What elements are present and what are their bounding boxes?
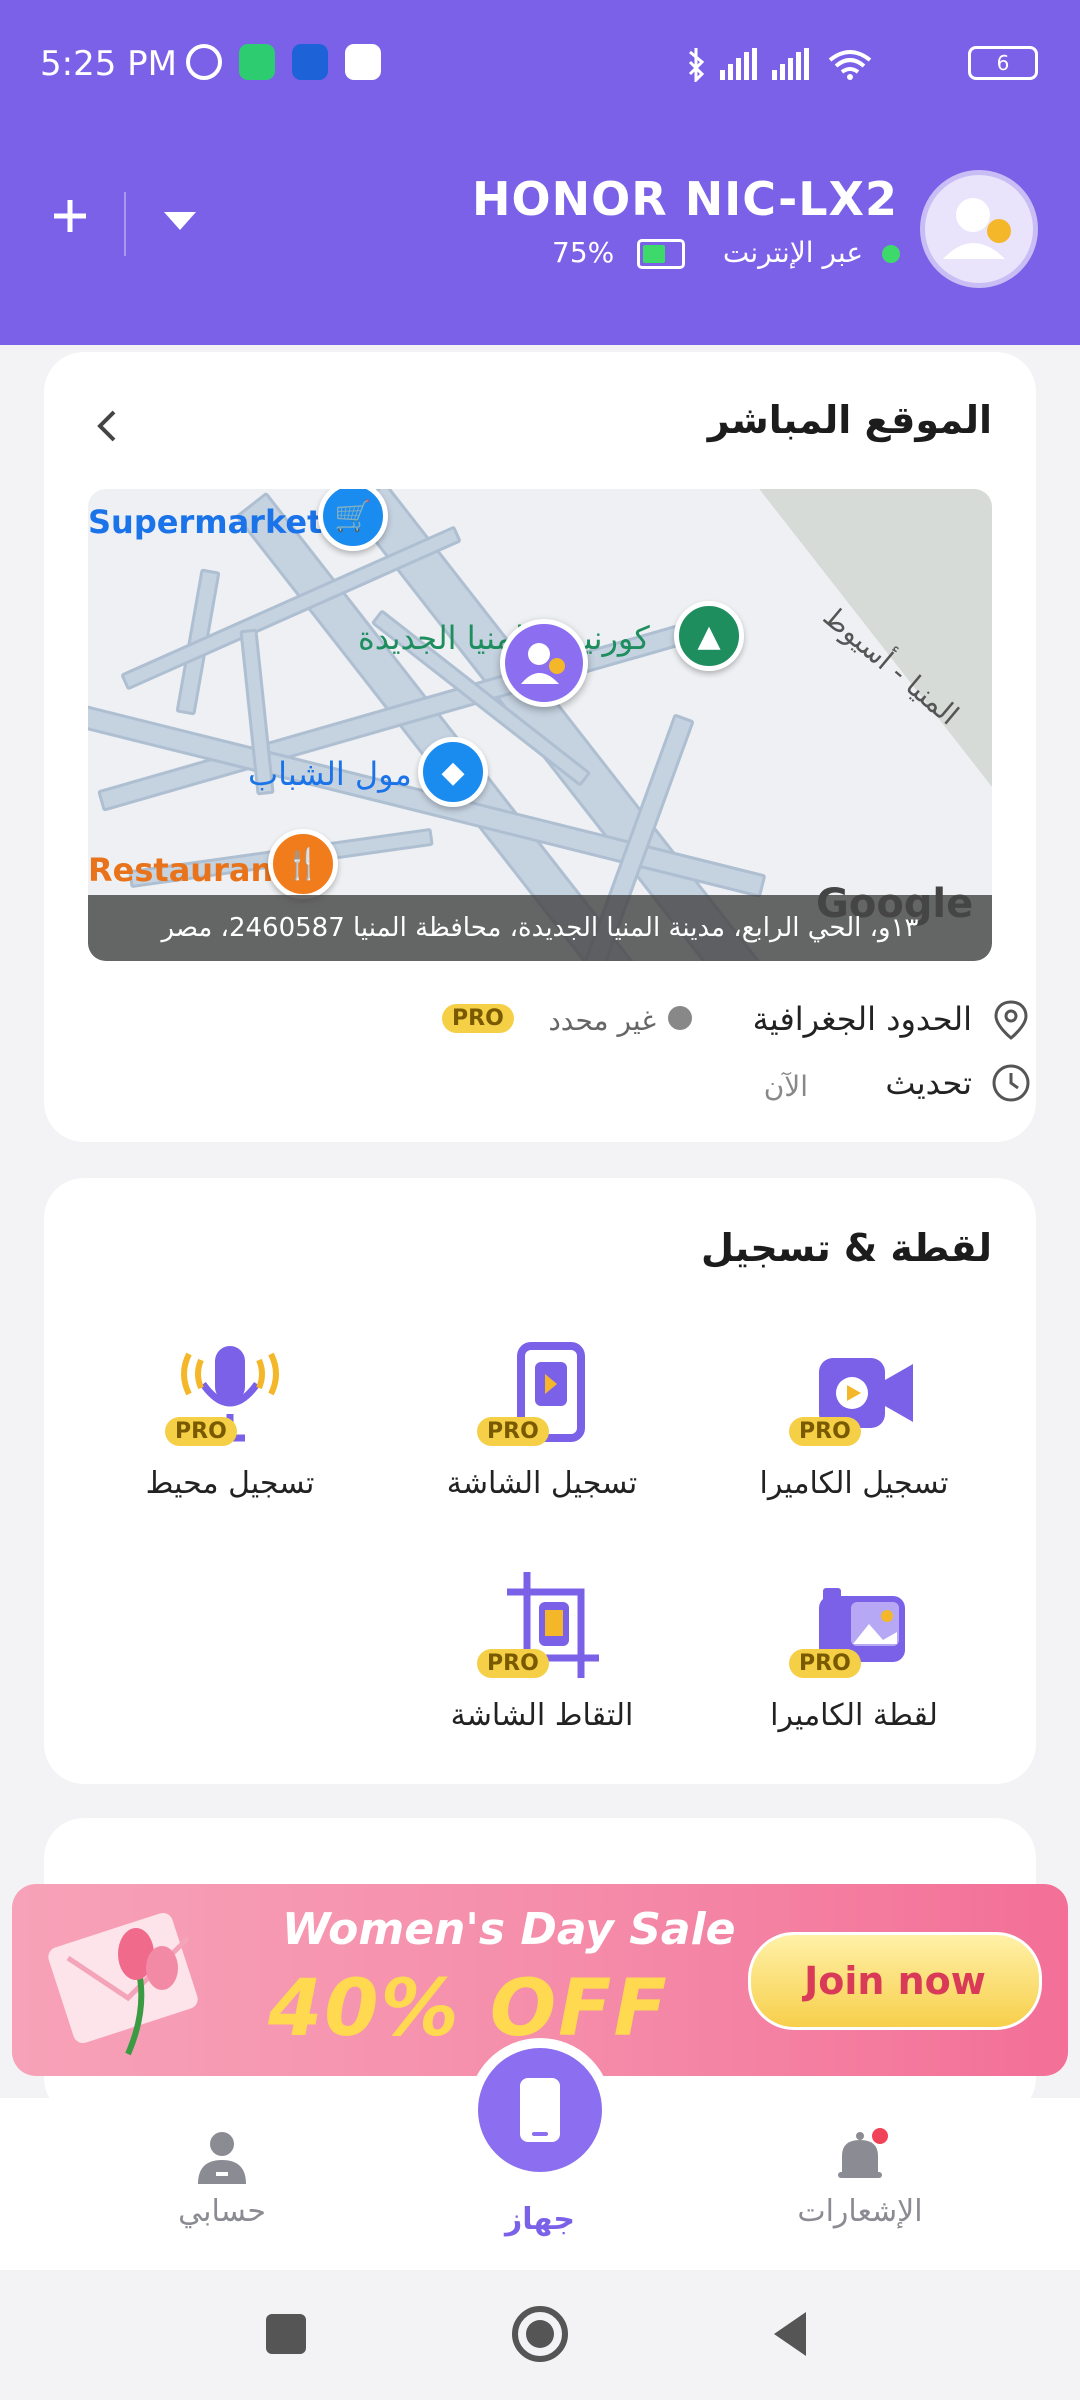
device-name: HONOR NIC-LX2 (472, 172, 898, 226)
screenshot-pro-badge: PRO (477, 1649, 549, 1678)
alarm-icon (186, 44, 222, 80)
device-dropdown-button[interactable] (160, 208, 200, 234)
status-dot-icon (668, 1006, 692, 1030)
geofence-status: غير محدد (548, 1004, 656, 1037)
plus-icon (54, 200, 86, 232)
chevron-left-icon (97, 410, 116, 442)
clock-icon (990, 1062, 1032, 1104)
live-map[interactable]: Supermarket 🛒 كورنيش المنيا الجديدة ▲ ال… (88, 489, 992, 961)
signal-icon-2 (772, 48, 809, 80)
home-button-icon[interactable] (512, 2306, 568, 2362)
whatsapp-icon (239, 44, 276, 80)
back-button-icon[interactable] (770, 2310, 810, 2358)
ambient-recording-item[interactable]: PRO تسجيل محيط (110, 1340, 350, 1501)
park-tree-icon: ▲ (674, 601, 744, 671)
user-icon (198, 2132, 246, 2184)
status-right-icons (680, 46, 900, 84)
status-time: 5:25 PM (40, 44, 177, 84)
join-now-button[interactable]: Join now (748, 1932, 1042, 2030)
camera-recording-item[interactable]: PRO تسجيل الكاميرا (734, 1340, 974, 1501)
online-status-text: عبر الإنترنت (722, 236, 864, 269)
camera-snapshot-label: لقطة الكاميرا (770, 1698, 938, 1733)
update-value: الآن (763, 1070, 808, 1103)
camera-recording-label: تسجيل الكاميرا (759, 1466, 949, 1501)
notifications-tab[interactable]: الإشعارات (790, 2126, 930, 2229)
camera-snapshot-pro-badge: PRO (789, 1649, 861, 1678)
notification-icons (186, 44, 393, 84)
chevron-down-icon (164, 212, 196, 230)
restaurant-icon: 🍴 (268, 829, 338, 899)
screenshot-item[interactable]: PRO التقاط الشاشة (422, 1572, 662, 1733)
device-tab[interactable]: جهاز (490, 2202, 590, 2237)
device-avatar[interactable] (920, 170, 1038, 288)
notifications-tab-label: الإشعارات (797, 2194, 923, 2229)
device-location-marker-icon[interactable] (500, 619, 588, 707)
system-navigation-bar (0, 2270, 1080, 2400)
map-address: ١٣و، الحي الرابع، مدينة المنيا الجديدة، … (88, 895, 992, 961)
phone-icon (520, 2078, 560, 2142)
screen-recording-label: تسجيل الشاشة (446, 1466, 638, 1501)
battery-percent: 75% (552, 236, 615, 269)
map-poi-restaurant: Restaurant (88, 851, 289, 889)
device-tab-button[interactable] (468, 2038, 612, 2182)
screenshot-label: التقاط الشاشة (450, 1698, 634, 1733)
map-poi-supermarket: Supermarket (88, 503, 323, 541)
camera-snapshot-item[interactable]: PRO لقطة الكاميرا (734, 1572, 974, 1733)
phone-app-icon (292, 44, 329, 80)
bell-icon (838, 2128, 888, 2178)
banner-title: Women's Day Sale (282, 1904, 736, 1955)
update-label: تحديث (885, 1064, 972, 1102)
map-poi-mall: مول الشباب (248, 755, 412, 793)
screen-recording-pro-badge: PRO (477, 1417, 549, 1446)
expand-location-button[interactable] (92, 404, 122, 448)
device-battery: 75% (552, 236, 686, 269)
status-battery-level: 6 (996, 51, 1010, 75)
wifi-icon (828, 50, 872, 74)
live-location-title: الموقع المباشر (707, 398, 992, 442)
device-tab-label: جهاز (505, 2202, 575, 2237)
add-device-button[interactable] (50, 196, 90, 236)
status-battery-icon: 6 (968, 46, 1038, 80)
ambient-recording-label: تسجيل محيط (145, 1466, 315, 1501)
capture-title: لقطة & تسجيل (700, 1226, 992, 1270)
recents-button-icon[interactable] (266, 2314, 306, 2354)
account-tab-label: حسابي (178, 2194, 266, 2229)
gmail-icon (345, 44, 382, 80)
account-tab[interactable]: حسابي (152, 2126, 292, 2229)
bluetooth-icon (688, 48, 705, 84)
online-status: عبر الإنترنت (723, 236, 900, 269)
banner-discount: 40% OFF (268, 1964, 669, 2054)
header-divider (124, 192, 126, 256)
online-dot-icon (882, 245, 900, 263)
shopping-bag-icon: ◆ (418, 737, 488, 807)
camera-recording-pro-badge: PRO (789, 1417, 861, 1446)
app-header: 5:25 PM 6 HONOR NIC-LX2 عبر الإنترنت 75% (0, 0, 1080, 345)
avatar-icon (943, 198, 1011, 259)
battery-icon (637, 239, 686, 269)
envelope-tulip-icon (38, 1898, 218, 2058)
geofence-label[interactable]: الحدود الجغرافية (753, 1000, 972, 1038)
geofence-pro-badge: PRO (442, 1004, 514, 1033)
ambient-recording-pro-badge: PRO (165, 1417, 237, 1446)
screen-recording-item[interactable]: PRO تسجيل الشاشة (422, 1340, 662, 1501)
signal-icon-1 (720, 48, 757, 80)
location-pin-icon (990, 998, 1032, 1042)
